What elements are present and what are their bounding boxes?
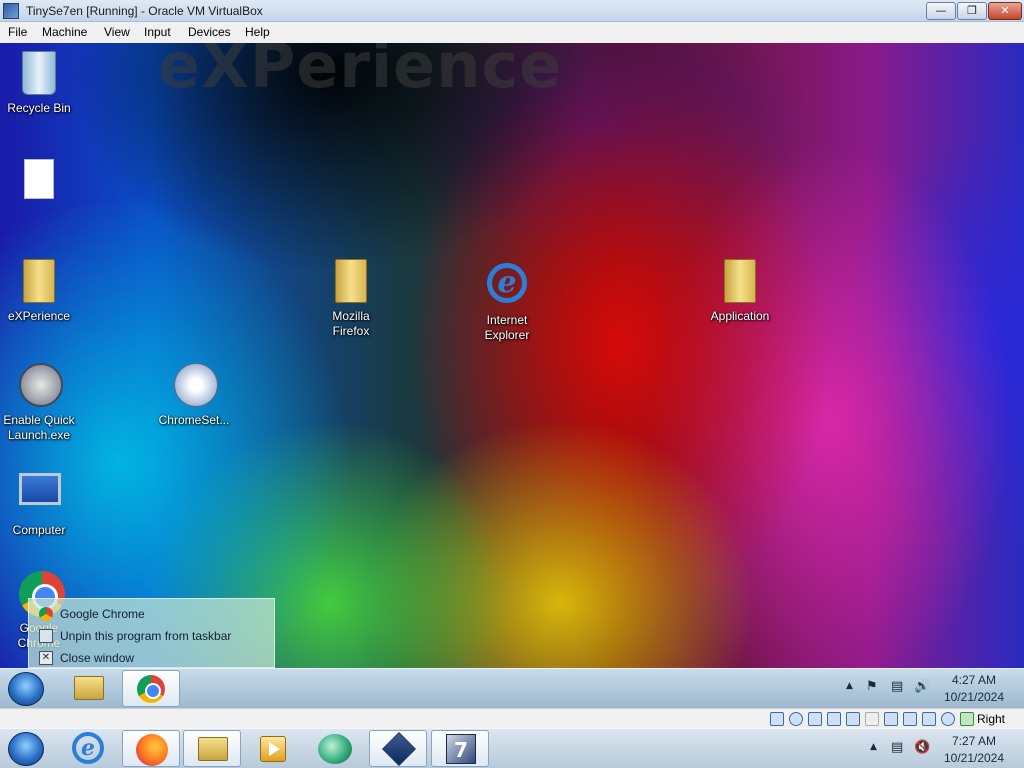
show-hidden-icons-chevron-icon[interactable]: ▲ bbox=[846, 681, 853, 691]
host-taskbar-media-player[interactable] bbox=[244, 730, 302, 767]
host-taskbar-internet-explorer[interactable]: e bbox=[60, 730, 118, 767]
keyboard-capture-icon[interactable] bbox=[960, 712, 974, 726]
desktop-icon-label: Internet Explorer bbox=[484, 313, 530, 342]
jumplist-item-close-window[interactable]: ✕ Close window bbox=[29, 647, 276, 669]
folder-icon bbox=[335, 259, 367, 303]
chrome-icon bbox=[39, 607, 53, 621]
guest-taskbar-chrome[interactable] bbox=[122, 670, 180, 707]
hard-disk-icon[interactable] bbox=[770, 712, 784, 726]
optical-drive-icon[interactable] bbox=[789, 712, 803, 726]
desktop-icon-label: Mozilla Firefox bbox=[332, 309, 370, 338]
display-icon[interactable] bbox=[884, 712, 898, 726]
desktop-icon-recycle-bin[interactable]: Recycle Bin bbox=[0, 51, 79, 116]
volume-icon[interactable]: 🔊 bbox=[914, 679, 930, 694]
virtualbox-icon bbox=[382, 732, 416, 766]
shared-folders-icon[interactable] bbox=[865, 712, 879, 726]
desktop-icon-computer[interactable]: Computer bbox=[0, 467, 79, 538]
desktop-icon-enable-quick-launch[interactable]: Enable Quick Launch.exe bbox=[0, 363, 79, 443]
jumplist-item-unpin[interactable]: Unpin this program from taskbar bbox=[29, 625, 276, 647]
desktop-icon-mozilla-firefox[interactable]: Mozilla Firefox bbox=[311, 259, 391, 339]
guest-start-button[interactable] bbox=[8, 672, 44, 706]
guest-clock[interactable]: 4:27 AM 10/21/2024 bbox=[938, 673, 1010, 704]
setup-disc-icon bbox=[174, 363, 218, 407]
virtualization-icon[interactable] bbox=[922, 712, 936, 726]
internet-explorer-icon: e bbox=[487, 263, 527, 303]
desktop-icon-experience[interactable]: eXPerience bbox=[0, 259, 79, 324]
recording-icon[interactable] bbox=[903, 712, 917, 726]
guest-taskbar-explorer[interactable] bbox=[60, 670, 118, 707]
desktop-icon-label: eXPerience bbox=[7, 309, 71, 323]
recycle-bin-icon bbox=[22, 51, 56, 95]
firefox-icon bbox=[136, 734, 168, 766]
host-clock-time: 7:27 AM bbox=[951, 734, 997, 748]
network-adapter-icon[interactable] bbox=[827, 712, 841, 726]
action-center-flag-icon[interactable]: ⚑ bbox=[866, 679, 878, 694]
network-icon[interactable]: ▤ bbox=[891, 740, 903, 755]
host-taskbar-firefox[interactable] bbox=[122, 730, 180, 767]
guest-clock-time: 4:27 AM bbox=[951, 673, 997, 687]
menu-devices[interactable]: Devices bbox=[188, 25, 231, 39]
chrome-icon bbox=[137, 675, 165, 703]
guest-taskbar: ▲ ⚑ ▤ 🔊 4:27 AM 10/21/2024 bbox=[0, 668, 1024, 708]
desktop-icon-label: ChromeSet... bbox=[158, 413, 230, 427]
close-button[interactable]: ✕ bbox=[988, 2, 1022, 20]
computer-icon bbox=[19, 473, 61, 505]
host-clock[interactable]: 7:27 AM 10/21/2024 bbox=[938, 734, 1010, 765]
guest-desktop: eXPerience Recycle Bin eXPerience Mozill… bbox=[0, 43, 1024, 668]
desktop-icon-chromesetup[interactable]: ChromeSet... bbox=[154, 363, 234, 428]
windows7-vm-icon: 7 bbox=[446, 734, 476, 764]
taskbar-jumplist: Google Chrome Unpin this program from ta… bbox=[28, 598, 275, 668]
network-icon[interactable]: ▤ bbox=[891, 679, 903, 694]
volume-muted-icon[interactable]: 🔇 bbox=[914, 740, 930, 755]
host-taskbar: e 7 ▲ ▤ 🔇 7:27 AM 10/21/2024 bbox=[0, 728, 1024, 768]
desktop-icon-application[interactable]: Application bbox=[700, 259, 780, 324]
vbox-titlebar: TinySe7en [Running] - Oracle VM VirtualB… bbox=[0, 0, 1024, 22]
vbox-menubar: File Machine View Input Devices Help bbox=[0, 22, 1024, 43]
desktop-icon-blank-file[interactable] bbox=[0, 155, 79, 207]
menu-view[interactable]: View bbox=[104, 25, 130, 39]
folder-icon bbox=[198, 737, 228, 761]
show-hidden-icons-chevron-icon[interactable]: ▲ bbox=[870, 742, 877, 752]
host-clock-date: 10/21/2024 bbox=[943, 751, 1005, 765]
host-taskbar-app[interactable] bbox=[306, 730, 364, 767]
restore-button[interactable]: ❐ bbox=[957, 2, 987, 20]
audio-icon[interactable] bbox=[808, 712, 822, 726]
vbox-status-bar: Right Ctrl bbox=[0, 708, 1024, 740]
media-player-icon bbox=[260, 736, 286, 762]
host-taskbar-explorer[interactable] bbox=[183, 730, 241, 767]
desktop-icon-label: Enable Quick Launch.exe bbox=[3, 413, 75, 442]
wallpaper-text: eXPerience bbox=[158, 43, 563, 102]
folder-icon bbox=[23, 259, 55, 303]
host-taskbar-tinyseven[interactable]: 7 bbox=[431, 730, 489, 767]
unpin-icon bbox=[39, 629, 53, 643]
quick-launch-icon bbox=[19, 363, 63, 407]
desktop-icon-label: Computer bbox=[12, 523, 66, 537]
desktop-icon-label: Recycle Bin bbox=[7, 101, 71, 115]
jumplist-item-google-chrome[interactable]: Google Chrome bbox=[29, 603, 276, 625]
folder-icon bbox=[724, 259, 756, 303]
host-taskbar-virtualbox[interactable] bbox=[369, 730, 427, 767]
host-start-button[interactable] bbox=[8, 732, 44, 766]
desktop-icon-internet-explorer[interactable]: e Internet Explorer bbox=[467, 259, 547, 343]
mouse-integration-icon[interactable] bbox=[941, 712, 955, 726]
menu-machine[interactable]: Machine bbox=[42, 25, 87, 39]
menu-help[interactable]: Help bbox=[245, 25, 270, 39]
usb-icon[interactable] bbox=[846, 712, 860, 726]
app-icon bbox=[318, 734, 352, 764]
menu-file[interactable]: File bbox=[8, 25, 27, 39]
menu-input[interactable]: Input bbox=[144, 25, 171, 39]
blank-file-icon bbox=[24, 159, 54, 199]
window-title: TinySe7en [Running] - Oracle VM VirtualB… bbox=[26, 4, 263, 18]
virtualbox-icon bbox=[3, 3, 19, 19]
close-icon: ✕ bbox=[39, 651, 53, 665]
minimize-button[interactable]: — bbox=[926, 2, 956, 20]
folder-icon bbox=[74, 676, 104, 700]
internet-explorer-icon: e bbox=[72, 732, 104, 764]
desktop-icon-label: Application bbox=[710, 309, 770, 323]
guest-clock-date: 10/21/2024 bbox=[943, 690, 1005, 704]
